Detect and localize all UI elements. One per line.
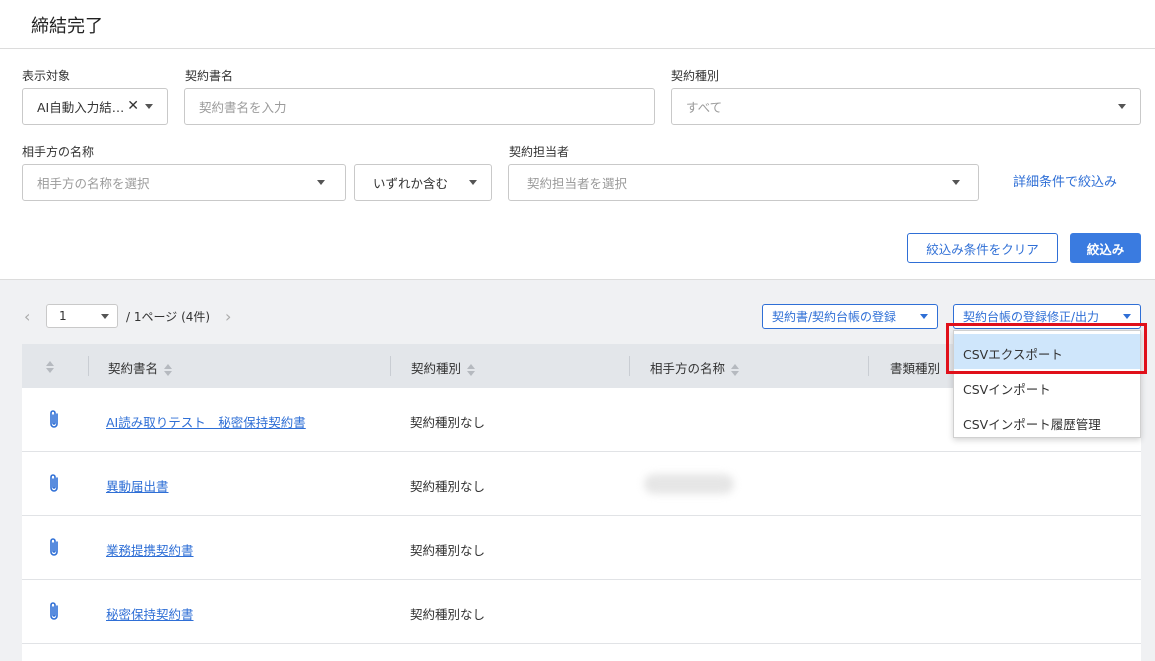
target-value: AI自動入力結… [37,100,125,115]
highlight-box [946,323,1147,374]
column-divider [629,356,630,376]
column-header-document-type[interactable]: 書類種別 [890,358,940,377]
sort-icon[interactable] [46,358,54,374]
clear-filters-button[interactable]: 絞込み条件をクリア [907,233,1058,263]
contract-type-value: すべて [686,100,723,115]
chevron-left-icon[interactable]: ‹ [24,307,30,326]
counterparty-label: 相手方の名称 [22,145,95,159]
page-summary: / 1ページ (4件) [126,310,211,324]
table-row: 異動届出書 契約種別なし [22,452,1141,516]
chevron-down-icon [920,314,928,319]
counterparty-select[interactable]: 相手方の名称を選択 [22,164,346,201]
table-row: 秘密保持契約書 契約種別なし [22,580,1141,644]
column-header-contract-name[interactable]: 契約書名 [108,358,173,377]
target-select[interactable]: AI自動入力結… ✕ [22,88,168,125]
owner-placeholder: 契約担当者を選択 [527,176,628,191]
paperclip-icon [50,410,58,428]
owner-select[interactable]: 契約担当者を選択 [508,164,979,201]
paperclip-icon [50,474,58,492]
contract-name-placeholder: 契約書名を入力 [199,100,287,115]
column-divider [868,356,869,376]
page-select[interactable]: 1 [46,304,118,328]
register-button-label: 契約書/契約台帳の登録 [772,310,897,324]
menu-item-csv-import-history[interactable]: CSVインポート履歴管理 [954,404,1140,439]
match-mode-value: いずれか含む [373,176,449,191]
table-row [22,644,1141,661]
detail-filter-link[interactable]: 詳細条件で絞込み [1013,171,1117,190]
match-mode-select[interactable]: いずれか含む [354,164,492,201]
contract-name-input[interactable]: 契約書名を入力 [184,88,655,125]
column-header-label: 契約書名 [108,361,159,376]
paperclip-icon [50,538,58,556]
page-title: 締結完了 [31,16,103,37]
clear-icon[interactable]: ✕ [127,98,139,114]
column-header-label: 契約種別 [411,361,462,376]
counterparty-placeholder: 相手方の名称を選択 [37,176,150,191]
chevron-down-icon [317,180,325,185]
contract-type-label: 契約種別 [671,69,720,83]
contract-type-cell: 契約種別なし [410,543,486,558]
redacted-counterparty [644,474,734,494]
chevron-down-icon [101,314,109,319]
column-header-contract-type[interactable]: 契約種別 [411,358,476,377]
owner-label: 契約担当者 [509,145,570,159]
column-header-label: 相手方の名称 [650,361,726,376]
chevron-right-icon[interactable]: › [225,307,231,326]
contract-name-label: 契約書名 [185,69,234,83]
paperclip-icon [50,602,58,620]
apply-filters-button[interactable]: 絞込み [1070,233,1141,263]
target-label: 表示対象 [22,69,71,83]
column-divider [88,356,89,376]
chevron-down-icon [952,180,960,185]
contract-name-link[interactable]: 秘密保持契約書 [106,604,194,623]
page-select-value: 1 [59,309,67,323]
sort-icon [731,363,740,377]
chevron-down-icon [469,180,477,185]
contract-name-link[interactable]: 業務提携契約書 [106,540,194,559]
contract-type-select[interactable]: すべて [671,88,1141,125]
contract-type-cell: 契約種別なし [410,479,486,494]
menu-item-csv-import[interactable]: CSVインポート [954,369,1140,404]
table-row: 業務提携契約書 契約種別なし [22,516,1141,580]
filter-panel: 表示対象 AI自動入力結… ✕ 契約書名 契約書名を入力 契約種別 すべて 相手… [0,49,1155,280]
contract-name-link[interactable]: 異動届出書 [106,476,169,495]
sort-icon [164,363,173,377]
contract-type-cell: 契約種別なし [410,607,486,622]
chevron-down-icon [1123,314,1131,319]
column-header-counterparty[interactable]: 相手方の名称 [650,358,740,377]
contract-name-link[interactable]: AI読み取りテスト 秘密保持契約書 [106,412,306,431]
register-dropdown-button[interactable]: 契約書/契約台帳の登録 [762,304,938,329]
contract-type-cell: 契約種別なし [410,415,486,430]
chevron-down-icon [145,104,153,109]
sort-icon [467,363,476,377]
column-divider [390,356,391,376]
chevron-down-icon [1118,104,1126,109]
page-header: 締結完了 [0,0,1155,49]
